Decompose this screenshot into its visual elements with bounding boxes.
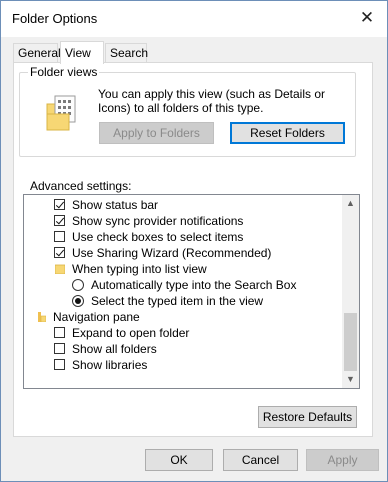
setting-label: Navigation pane [53, 310, 140, 324]
setting-label: Use Sharing Wizard (Recommended) [72, 246, 272, 260]
checkbox[interactable] [54, 359, 65, 370]
radio-button[interactable] [72, 279, 84, 291]
tab-search-label: Search [110, 46, 149, 60]
tab-view[interactable]: View [60, 41, 104, 64]
apply-to-folders-label: Apply to Folders [113, 126, 200, 140]
setting-label: Expand to open folder [72, 326, 190, 340]
tab-general-label: General [18, 46, 61, 60]
folder-views-label: Folder views [28, 65, 100, 79]
cancel-label: Cancel [241, 453, 280, 467]
restore-defaults-label: Restore Defaults [262, 410, 353, 424]
checkbox[interactable] [54, 215, 65, 226]
checkbox[interactable] [54, 343, 65, 354]
tab-view-label: View [65, 46, 91, 60]
setting-label: Use check boxes to select items [72, 230, 244, 244]
checkbox[interactable] [54, 231, 65, 242]
folder-view-icon [46, 95, 76, 131]
apply-to-folders-button[interactable]: Apply to Folders [99, 122, 214, 144]
setting-label: Show libraries [72, 358, 148, 372]
advanced-settings-label: Advanced settings: [30, 179, 132, 193]
checkbox[interactable] [54, 199, 65, 210]
setting-label: When typing into list view [72, 262, 207, 276]
checkbox[interactable] [54, 327, 65, 338]
navigation-pane-icon [38, 312, 46, 322]
window-title: Folder Options [12, 11, 98, 26]
ok-button[interactable]: OK [145, 449, 213, 471]
setting-label: Show status bar [72, 198, 159, 212]
checkbox[interactable] [54, 247, 65, 258]
scrollbar-thumb[interactable] [344, 313, 357, 371]
radio-button[interactable] [72, 295, 84, 307]
reset-folders-label: Reset Folders [250, 126, 325, 140]
setting-label: Show all folders [72, 342, 157, 356]
vertical-scrollbar[interactable]: ▲ ▼ [342, 195, 359, 388]
scroll-down-arrow-icon[interactable]: ▼ [342, 371, 359, 388]
cancel-button[interactable]: Cancel [223, 449, 298, 471]
close-icon[interactable]: ✕ [353, 5, 381, 31]
reset-folders-button[interactable]: Reset Folders [230, 122, 345, 144]
ok-label: OK [170, 453, 188, 467]
tab-search[interactable]: Search [105, 43, 149, 62]
restore-defaults-button[interactable]: Restore Defaults [258, 406, 357, 428]
setting-label: Show sync provider notifications [72, 214, 244, 228]
folder-icon [55, 264, 65, 274]
scroll-up-arrow-icon[interactable]: ▲ [342, 195, 359, 212]
setting-label: Automatically type into the Search Box [91, 278, 297, 292]
title-bar: Folder Options ✕ [1, 1, 387, 37]
advanced-settings-list[interactable]: Show status bar Show sync provider notif… [23, 194, 360, 389]
apply-button[interactable]: Apply [306, 449, 379, 471]
folder-options-window: Folder Options ✕ General View Search Fol… [0, 0, 388, 482]
folder-views-description: You can apply this view (such as Details… [98, 87, 326, 115]
tab-general[interactable]: General [13, 43, 61, 62]
setting-label: Select the typed item in the view [91, 294, 264, 308]
apply-label: Apply [327, 453, 358, 467]
